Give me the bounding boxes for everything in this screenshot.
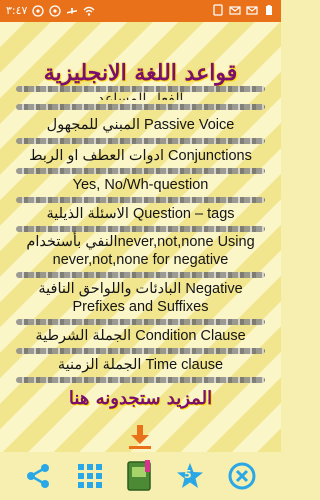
wifi-icon — [83, 6, 95, 16]
bottom-toolbar: 5 — [0, 452, 281, 500]
close-icon — [228, 462, 256, 490]
chain-divider — [16, 197, 265, 203]
email-icon — [246, 6, 258, 15]
download-arrow-icon[interactable] — [126, 424, 154, 450]
list-item[interactable]: الجملة الزمنية Time clause — [16, 356, 265, 374]
list-item[interactable]: Yes, No/Wh-question — [16, 176, 265, 194]
chain-divider — [16, 138, 265, 144]
app-book-button[interactable] — [122, 458, 158, 494]
list-item[interactable]: النفي بأستخدامnever,not,none Using never… — [16, 233, 265, 269]
list-item[interactable]: ادوات العطف او الربط Conjunctions — [16, 147, 265, 165]
rate-value: 5 — [184, 468, 192, 481]
clock: ٣:٤٧ — [6, 4, 28, 17]
chain-divider — [16, 104, 265, 110]
share-button[interactable] — [20, 458, 56, 494]
list-item[interactable]: الجملة الشرطية Condition Clause — [16, 327, 265, 345]
airplane-icon — [67, 7, 78, 14]
partially-hidden-item[interactable]: الفعل المساعد — [16, 92, 265, 100]
book-icon — [127, 460, 151, 491]
chain-divider — [16, 226, 265, 232]
more-apps-link[interactable]: المزيد ستجدونه هنا — [0, 388, 281, 409]
battery-icon — [266, 5, 272, 15]
rate-button[interactable]: 5 — [172, 458, 208, 494]
sim-icon — [213, 4, 223, 16]
app-title: قواعد اللغة الانجليزية — [43, 60, 238, 86]
share-icon — [27, 464, 49, 488]
list-item[interactable]: المبني للمجهول Passive Voice — [16, 116, 265, 134]
status-bar: ٣:٤٧ — [0, 0, 281, 22]
chain-divider — [16, 348, 265, 354]
chain-divider — [16, 377, 265, 383]
close-button[interactable] — [224, 458, 260, 494]
more-apps-button[interactable] — [72, 458, 108, 494]
whatsapp-icon — [49, 4, 62, 17]
whatsapp-icon — [32, 4, 45, 17]
list-item[interactable]: الاسئلة الذيلية Question – tags — [16, 205, 265, 223]
chain-divider — [16, 168, 265, 174]
grid-icon — [78, 464, 102, 488]
list-item[interactable]: البادئات واللواحق النافية Negative Prefi… — [16, 280, 265, 316]
chain-divider — [16, 319, 265, 325]
chain-divider — [16, 272, 265, 278]
email-icon — [229, 6, 241, 15]
